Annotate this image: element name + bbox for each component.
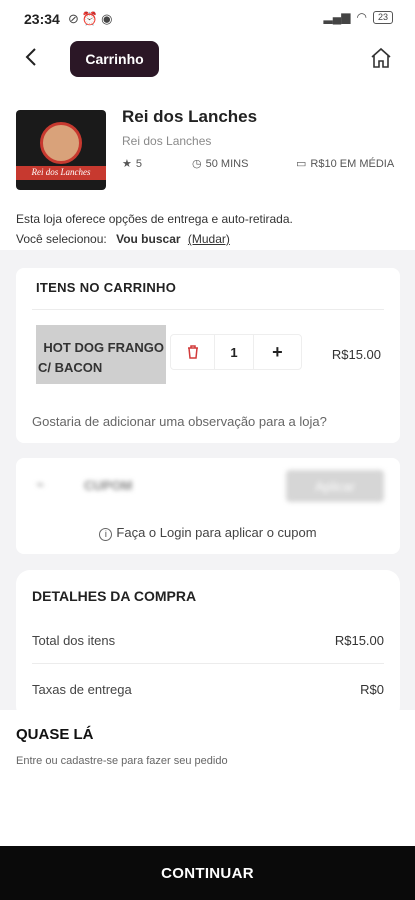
items-total-label: Total dos itens bbox=[32, 633, 116, 648]
store-logo: Rei dos Lanches bbox=[16, 110, 106, 190]
login-prompt-title: QUASE LÁ bbox=[16, 726, 94, 743]
coupon-row: ⌁ CUPOM Aplicar bbox=[16, 458, 400, 508]
chevron-left-icon bbox=[25, 48, 36, 66]
store-name: Rei dos Lanches bbox=[122, 107, 258, 126]
home-icon bbox=[371, 47, 391, 68]
status-time: 23:34 bbox=[24, 11, 60, 27]
average-price: ▭ R$10 EM MÉDIA bbox=[296, 157, 395, 171]
signal-icon: ▂▄▆ bbox=[323, 10, 351, 24]
increase-quantity-button[interactable]: + bbox=[254, 335, 301, 369]
coupon-card: ⌁ CUPOM Aplicar i Faça o Login para aplic… bbox=[16, 458, 400, 554]
details-title: DETALHES DA COMPRA bbox=[32, 588, 197, 604]
status-bar: 23:34 ⊘⏰◉ ▂▄▆ ◠ 23 bbox=[0, 0, 415, 38]
selected-option: Você selecionou: Vou buscar (Mudar) bbox=[16, 232, 230, 246]
tag-icon: ⌁ bbox=[36, 476, 45, 492]
app-header: Carrinho bbox=[0, 38, 415, 86]
logo-text: Rei dos Lanches bbox=[31, 167, 91, 177]
trash-icon bbox=[187, 345, 198, 359]
delivery-options-text: Esta loja oferece opções de entrega e au… bbox=[16, 212, 293, 226]
system-icons: ▂▄▆ ◠ 23 bbox=[324, 10, 393, 24]
continue-button[interactable]: CONTINUAR bbox=[0, 846, 415, 900]
logo-mascot bbox=[40, 122, 82, 164]
store-info: Rei dos Lanches Rei dos Lanches Rei dos … bbox=[0, 86, 415, 250]
clock-icon: ◷ bbox=[192, 158, 202, 170]
home-button[interactable] bbox=[369, 46, 393, 70]
login-prompt-sheet: QUASE LÁ Entre ou cadastre-se para fazer… bbox=[0, 710, 415, 900]
cart-item-name: HOT DOG FRANGO C/ BACON bbox=[36, 325, 166, 384]
purchase-details-card: DETALHES DA COMPRA Total dos itens R$15.… bbox=[16, 570, 400, 720]
cart-items-card: ITENS NO CARRINHO HOT DOG FRANGO C/ BACO… bbox=[16, 268, 400, 443]
coupon-login-hint: i Faça o Login para aplicar o cupom bbox=[16, 525, 400, 541]
page-title: Carrinho bbox=[70, 41, 159, 77]
login-prompt-subtitle: Entre ou cadastre-se para fazer seu pedi… bbox=[16, 755, 228, 767]
store-subtitle: Rei dos Lanches bbox=[122, 134, 212, 148]
cart-title: ITENS NO CARRINHO bbox=[36, 280, 177, 295]
divider bbox=[32, 309, 384, 310]
quantity-stepper: 1 + bbox=[170, 334, 302, 370]
delivery-fee-value: R$0 bbox=[360, 682, 384, 697]
item-quantity: 1 bbox=[214, 335, 254, 369]
wifi-icon: ◠ bbox=[356, 10, 367, 24]
remove-item-button[interactable] bbox=[171, 335, 214, 369]
delivery-time: ◷ 50 MINS bbox=[192, 157, 249, 171]
coupon-input[interactable]: CUPOM bbox=[84, 478, 132, 493]
battery-icon: 23 bbox=[372, 10, 393, 24]
divider bbox=[32, 663, 384, 664]
change-option-link[interactable]: (Mudar) bbox=[188, 232, 230, 246]
notification-icons: ⊘⏰◉ bbox=[68, 11, 116, 26]
store-rating: ★ 5 bbox=[122, 157, 142, 171]
store-note-field[interactable]: Gostaria de adicionar uma observação par… bbox=[32, 414, 327, 429]
delivery-fee-label: Taxas de entrega bbox=[32, 682, 132, 697]
wallet-icon: ▭ bbox=[296, 158, 307, 170]
apply-coupon-button[interactable]: Aplicar bbox=[286, 470, 384, 502]
back-button[interactable] bbox=[24, 46, 38, 75]
items-total-value: R$15.00 bbox=[334, 633, 384, 648]
item-price: R$15.00 bbox=[331, 347, 381, 362]
info-icon: i bbox=[99, 528, 113, 541]
selected-option-value: Vou buscar bbox=[116, 232, 181, 246]
star-icon: ★ bbox=[122, 158, 132, 170]
